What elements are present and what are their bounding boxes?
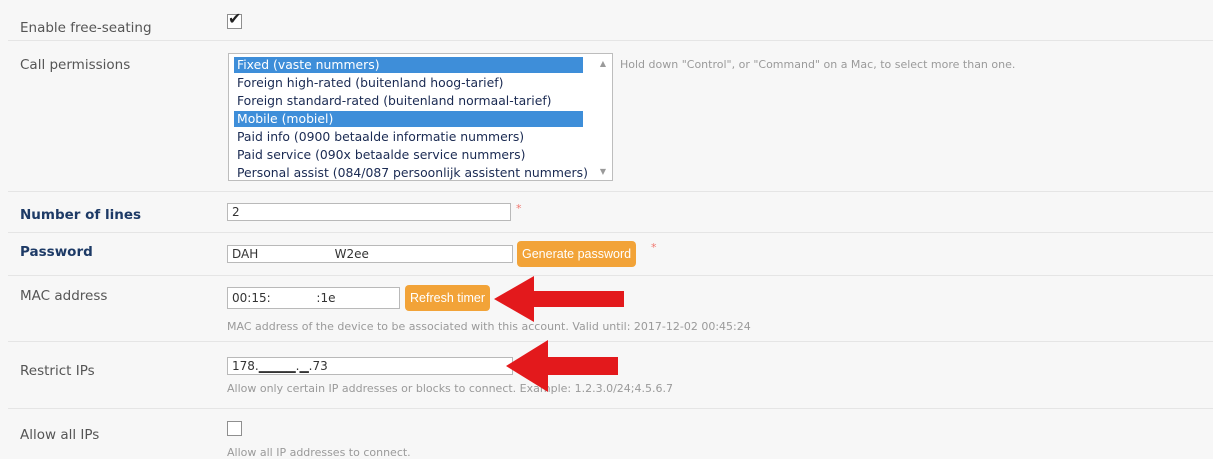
call-permissions-help: Hold down "Control", or "Command" on a M… (620, 58, 1016, 71)
select-option[interactable]: Paid info (0900 betaalde informatie numm… (234, 129, 527, 145)
number-of-lines-label: Number of lines (20, 207, 142, 223)
call-permissions-row: Call permissions Fixed (vaste nummers) F… (8, 47, 1213, 192)
select-option[interactable]: Personal assist (084/087 persoonlijk ass… (234, 165, 591, 181)
select-option[interactable]: Foreign high-rated (buitenland hoog-tari… (234, 75, 506, 91)
mac-address-label: MAC address (20, 288, 108, 304)
number-of-lines-row: Number of lines 2 * (8, 192, 1213, 233)
call-permissions-label: Call permissions (20, 57, 131, 73)
free-seating-row: Enable free-seating ✔ (8, 0, 1213, 41)
password-label: Password (20, 244, 93, 260)
restrict-ips-input[interactable]: 178.▁▁▁▁.▁.73 (227, 357, 513, 375)
allow-all-ips-help: Allow all IP addresses to connect. (227, 446, 411, 459)
generate-password-button[interactable]: Generate password (517, 241, 637, 267)
scroll-down-icon[interactable]: ▼ (597, 166, 609, 178)
select-option[interactable]: Foreign standard-rated (buitenland norma… (234, 93, 555, 109)
required-marker: * (651, 241, 657, 254)
free-seating-checkbox[interactable]: ✔ (227, 9, 242, 29)
red-arrow-mac-address (494, 276, 624, 322)
restrict-ips-label: Restrict IPs (20, 363, 95, 379)
free-seating-label: Enable free-seating (20, 20, 152, 36)
mac-address-help: MAC address of the device to be associat… (227, 320, 751, 333)
select-option[interactable]: Mobile (mobiel) (234, 111, 583, 127)
allow-all-ips-row: Allow all IPs Allow all IP addresses to … (8, 409, 1213, 459)
allow-all-ips-checkbox[interactable] (227, 421, 242, 436)
select-option[interactable]: Paid service (090x betaalde service numm… (234, 147, 528, 163)
scroll-up-icon[interactable]: ▲ (597, 58, 609, 70)
number-of-lines-input[interactable]: 2 (227, 203, 511, 221)
checkmark-icon: ✔ (228, 9, 242, 28)
select-option[interactable]: Fixed (vaste nummers) (234, 57, 583, 73)
password-input[interactable]: DAH W2ee (227, 245, 513, 263)
call-permissions-select[interactable]: Fixed (vaste nummers) Foreign high-rated… (228, 53, 613, 181)
allow-all-ips-label: Allow all IPs (20, 427, 100, 443)
mac-address-input[interactable]: 00:15: :1e (227, 287, 400, 309)
password-row: Password DAH W2ee Generate password * (8, 233, 1213, 276)
red-arrow-restrict-ips (506, 340, 618, 392)
required-marker: * (516, 202, 522, 215)
refresh-timer-button[interactable]: Refresh timer (405, 285, 491, 311)
